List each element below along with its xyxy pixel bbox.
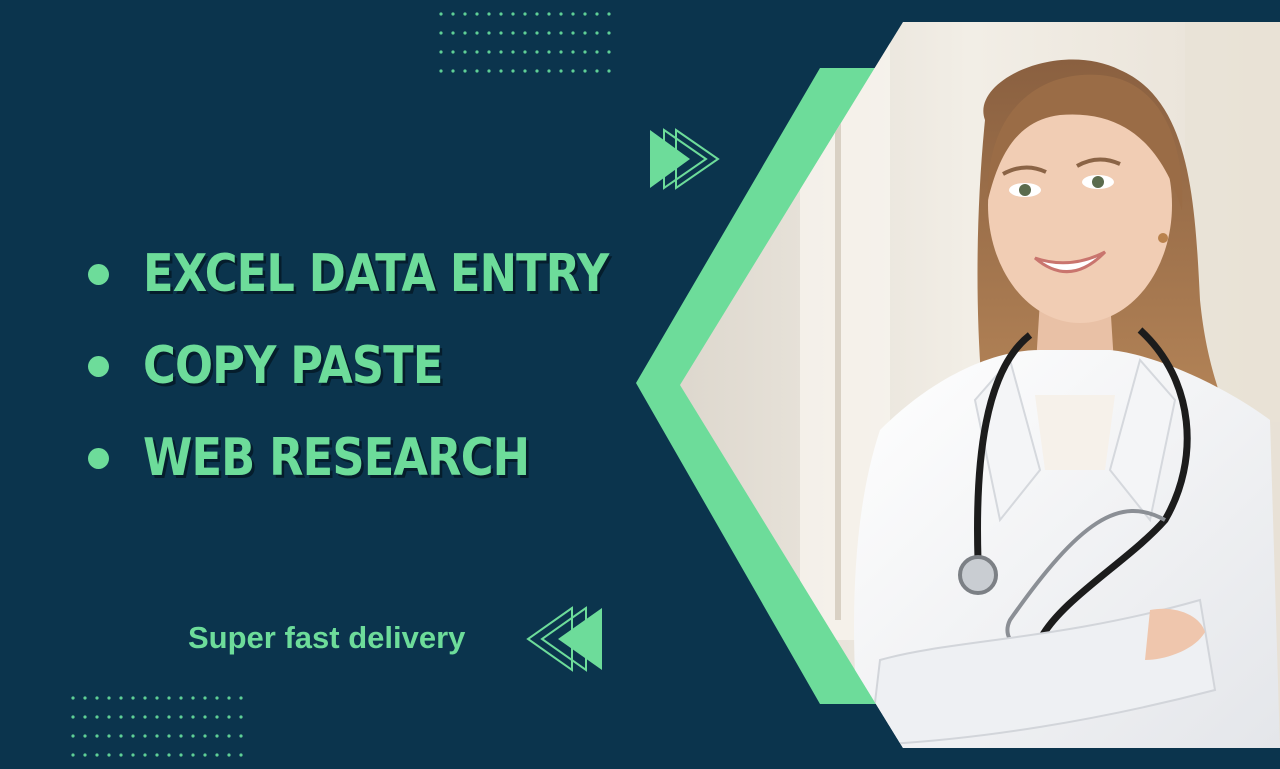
banner: EXCEL DATA ENTRY COPY PASTE WEB RESEARCH… — [0, 0, 1280, 769]
service-item-copy-paste: COPY PASTE — [88, 320, 684, 412]
double-chevron-right-icon — [650, 128, 720, 190]
tagline: Super fast delivery — [188, 620, 466, 655]
double-chevron-left-icon — [526, 606, 602, 672]
service-label: COPY PASTE — [143, 336, 443, 396]
doctor-photo — [680, 22, 1280, 748]
service-item-excel-data-entry: EXCEL DATA ENTRY — [88, 228, 684, 320]
service-item-web-research: WEB RESEARCH — [88, 412, 684, 504]
services-list: EXCEL DATA ENTRY COPY PASTE WEB RESEARCH — [88, 228, 684, 504]
service-label: WEB RESEARCH — [143, 428, 530, 488]
service-label: EXCEL DATA ENTRY — [143, 244, 609, 304]
bullet-icon — [88, 447, 109, 469]
bullet-icon — [88, 263, 109, 285]
bullet-icon — [88, 355, 109, 377]
